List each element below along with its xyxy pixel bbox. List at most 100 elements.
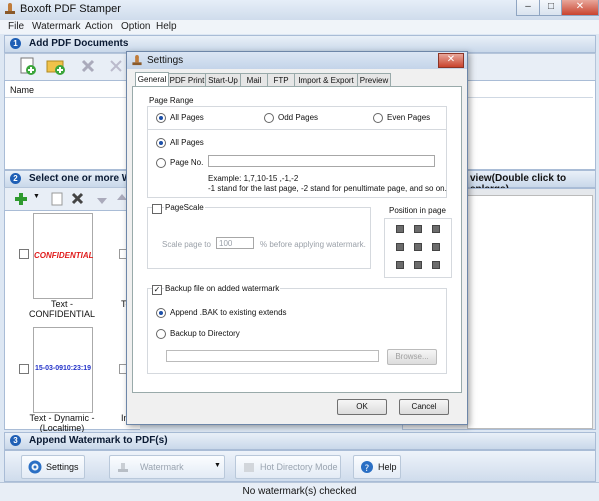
- dropdown-arrow-icon[interactable]: ▼: [33, 193, 40, 200]
- append-bak-radio[interactable]: [156, 308, 166, 318]
- backup-directory-radio[interactable]: [156, 329, 166, 339]
- menu-bar: File Watermark Action Option Help: [0, 20, 599, 34]
- backup-checkbox[interactable]: ✓: [152, 285, 162, 295]
- add-watermark-icon[interactable]: [11, 189, 33, 209]
- help-button[interactable]: ? Help: [353, 455, 401, 479]
- general-tab-panel: Page Range All Pages Odd Pages Even Page…: [132, 86, 462, 393]
- append-bak-label: Append .BAK to existing extends: [170, 308, 287, 317]
- action-bar: Settings Watermark ▼ Hot Directory Mode …: [4, 450, 596, 482]
- watermark-checkbox[interactable]: [19, 364, 29, 374]
- tab-start-up[interactable]: Start-Up: [205, 73, 241, 87]
- column-name[interactable]: Name: [10, 85, 34, 95]
- browse-button[interactable]: Browse...: [387, 349, 437, 365]
- backup-group: ✓ Backup file on added watermark Append …: [147, 284, 447, 374]
- title-bar: Boxoft PDF Stamper – □ ✕: [0, 0, 599, 21]
- page-no-example: Example: 1,7,10-15 ,-1,-2: [208, 174, 299, 183]
- dropdown-arrow-icon[interactable]: ▼: [214, 462, 221, 469]
- hot-directory-button[interactable]: Hot Directory Mode: [235, 455, 341, 479]
- help-label: Help: [378, 462, 397, 472]
- thumbnail-text: 15-03-0910:23:19: [34, 365, 92, 372]
- divider: [148, 129, 446, 130]
- delete-watermark-icon[interactable]: [67, 189, 89, 209]
- watermark-button[interactable]: Watermark ▼: [109, 455, 225, 479]
- dialog-title: Settings: [147, 55, 184, 66]
- dialog-title-bar: Settings ✕: [127, 52, 467, 69]
- edit-watermark-icon[interactable]: [47, 189, 69, 209]
- page-no-field[interactable]: [208, 155, 435, 167]
- all-pages-option: All Pages: [170, 113, 204, 122]
- tab-ftp[interactable]: FTP: [267, 73, 295, 87]
- watermark-thumbnail[interactable]: 15-03-0910:23:19: [33, 327, 93, 413]
- menu-file[interactable]: File: [8, 21, 24, 32]
- tab-general[interactable]: General: [135, 72, 169, 87]
- page-no-radio[interactable]: [156, 158, 166, 168]
- minimize-button[interactable]: –: [516, 0, 540, 16]
- menu-help[interactable]: Help: [156, 21, 177, 32]
- backup-label: Backup file on added watermark: [164, 284, 281, 293]
- section-label: Append Watermark to PDF(s): [29, 435, 168, 446]
- tab-import-export[interactable]: Import & Export: [294, 73, 358, 87]
- dialog-close-button[interactable]: ✕: [438, 53, 464, 68]
- scale-page-to-label: Scale page to: [162, 240, 211, 249]
- stamp-icon: [118, 463, 128, 472]
- settings-dialog: Settings ✕ General PDF Print Start-Up Ma…: [126, 51, 468, 425]
- tab-preview[interactable]: Preview: [357, 73, 391, 87]
- thumbnail-text: CONFIDENTIAL: [34, 251, 94, 260]
- position-label: Position in page: [389, 206, 446, 215]
- even-pages-option: Even Pages: [387, 113, 431, 122]
- page-range-label: Page Range: [149, 96, 194, 105]
- all-pages-label: All Pages: [170, 138, 204, 147]
- watermark-toolbar: ▼: [4, 187, 136, 211]
- step-number: 1: [10, 38, 21, 49]
- window-title: Boxoft PDF Stamper: [20, 3, 121, 15]
- scale-suffix-label: % before applying watermark.: [260, 240, 366, 249]
- all-pages-radio[interactable]: [156, 113, 166, 123]
- watermark-caption: Text - Dynamic - (Localtime): [29, 413, 95, 433]
- menu-option[interactable]: Option: [121, 21, 150, 32]
- settings-label: Settings: [46, 462, 79, 472]
- cancel-button[interactable]: Cancel: [399, 399, 449, 415]
- page-scale-checkbox[interactable]: [152, 204, 162, 214]
- watermark-checkbox[interactable]: [19, 249, 29, 259]
- odd-pages-option: Odd Pages: [278, 113, 319, 122]
- settings-button[interactable]: Settings: [21, 455, 85, 479]
- menu-watermark[interactable]: Watermark: [32, 21, 81, 32]
- scale-value-field[interactable]: 100: [216, 237, 254, 249]
- step-number: 3: [10, 435, 21, 446]
- maximize-button[interactable]: □: [539, 0, 563, 16]
- status-text: No watermark(s) checked: [242, 486, 357, 497]
- move-down-icon[interactable]: [91, 189, 113, 209]
- section-append-watermark: 3 Append Watermark to PDF(s): [4, 432, 596, 450]
- hot-directory-label: Hot Directory Mode: [260, 462, 338, 472]
- page-range-group: All Pages Odd Pages Even Pages All Pages…: [147, 106, 447, 198]
- tab-pdf-print[interactable]: PDF Print: [168, 73, 206, 87]
- clear-icon[interactable]: [105, 56, 127, 76]
- menu-action[interactable]: Action: [85, 21, 113, 32]
- watermark-label: Watermark: [140, 462, 184, 472]
- page-scale-group: PageScale Scale page to 100 % before app…: [147, 203, 371, 269]
- help-icon: ?: [361, 461, 373, 474]
- position-grid[interactable]: [384, 218, 452, 278]
- settings-gear-icon: [28, 460, 42, 474]
- remove-icon[interactable]: [77, 56, 99, 76]
- section-label: Add PDF Documents: [29, 38, 129, 49]
- watermark-list: CONFIDENTIAL Text - CONFIDENTIAL 15-03-0…: [4, 210, 133, 433]
- add-pdf-icon[interactable]: [17, 56, 39, 76]
- preview-page[interactable]: [467, 195, 593, 429]
- odd-pages-radio[interactable]: [264, 113, 274, 123]
- step-number: 2: [10, 173, 21, 184]
- all-pages-radio-2[interactable]: [156, 138, 166, 148]
- close-button[interactable]: ✕: [561, 0, 599, 16]
- watermark-thumbnail[interactable]: CONFIDENTIAL: [33, 213, 94, 299]
- add-folder-icon[interactable]: [45, 56, 67, 76]
- even-pages-radio[interactable]: [373, 113, 383, 123]
- page-no-example-note: -1 stand for the last page, -2 stand for…: [208, 184, 447, 193]
- backup-directory-label: Backup to Directory: [170, 329, 240, 338]
- app-stamp-icon: [5, 3, 15, 14]
- status-bar: No watermark(s) checked: [0, 482, 599, 501]
- settings-stamp-icon: [132, 55, 142, 66]
- tab-mail[interactable]: Mail: [240, 73, 268, 87]
- ok-button[interactable]: OK: [337, 399, 387, 415]
- backup-directory-field[interactable]: [166, 350, 379, 362]
- hot-directory-icon: [244, 463, 254, 472]
